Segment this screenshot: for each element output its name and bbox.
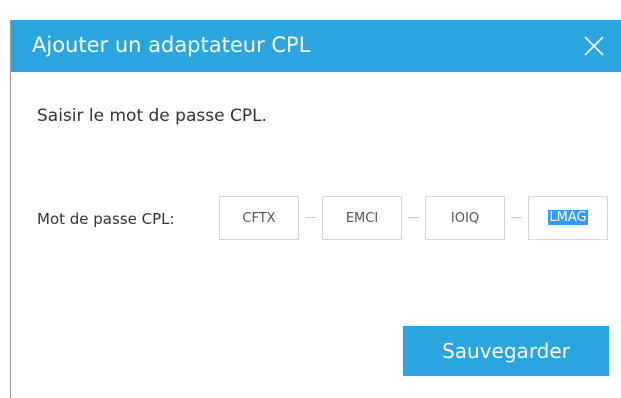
dialog-title: Ajouter un adaptateur CPL: [32, 33, 311, 57]
instruction-text: Saisir le mot de passe CPL.: [37, 106, 267, 126]
password-segment-4-selected-text: LMAG: [548, 210, 588, 225]
password-segment-4-input[interactable]: LMAG: [528, 196, 608, 240]
dialog-header: Ajouter un adaptateur CPL: [11, 20, 621, 72]
close-icon[interactable]: [583, 35, 605, 57]
segment-separator: [305, 217, 316, 218]
password-segment-3-input[interactable]: [425, 196, 505, 240]
add-powerline-adapter-dialog: Ajouter un adaptateur CPL Saisir le mot …: [10, 20, 621, 398]
password-label: Mot de passe CPL:: [37, 210, 175, 228]
save-button[interactable]: Sauvegarder: [403, 326, 609, 376]
background-page-strip: [0, 0, 621, 20]
password-segment-2-input[interactable]: [322, 196, 402, 240]
segment-separator: [511, 217, 522, 218]
segment-separator: [408, 217, 419, 218]
password-segment-1-input[interactable]: [219, 196, 299, 240]
